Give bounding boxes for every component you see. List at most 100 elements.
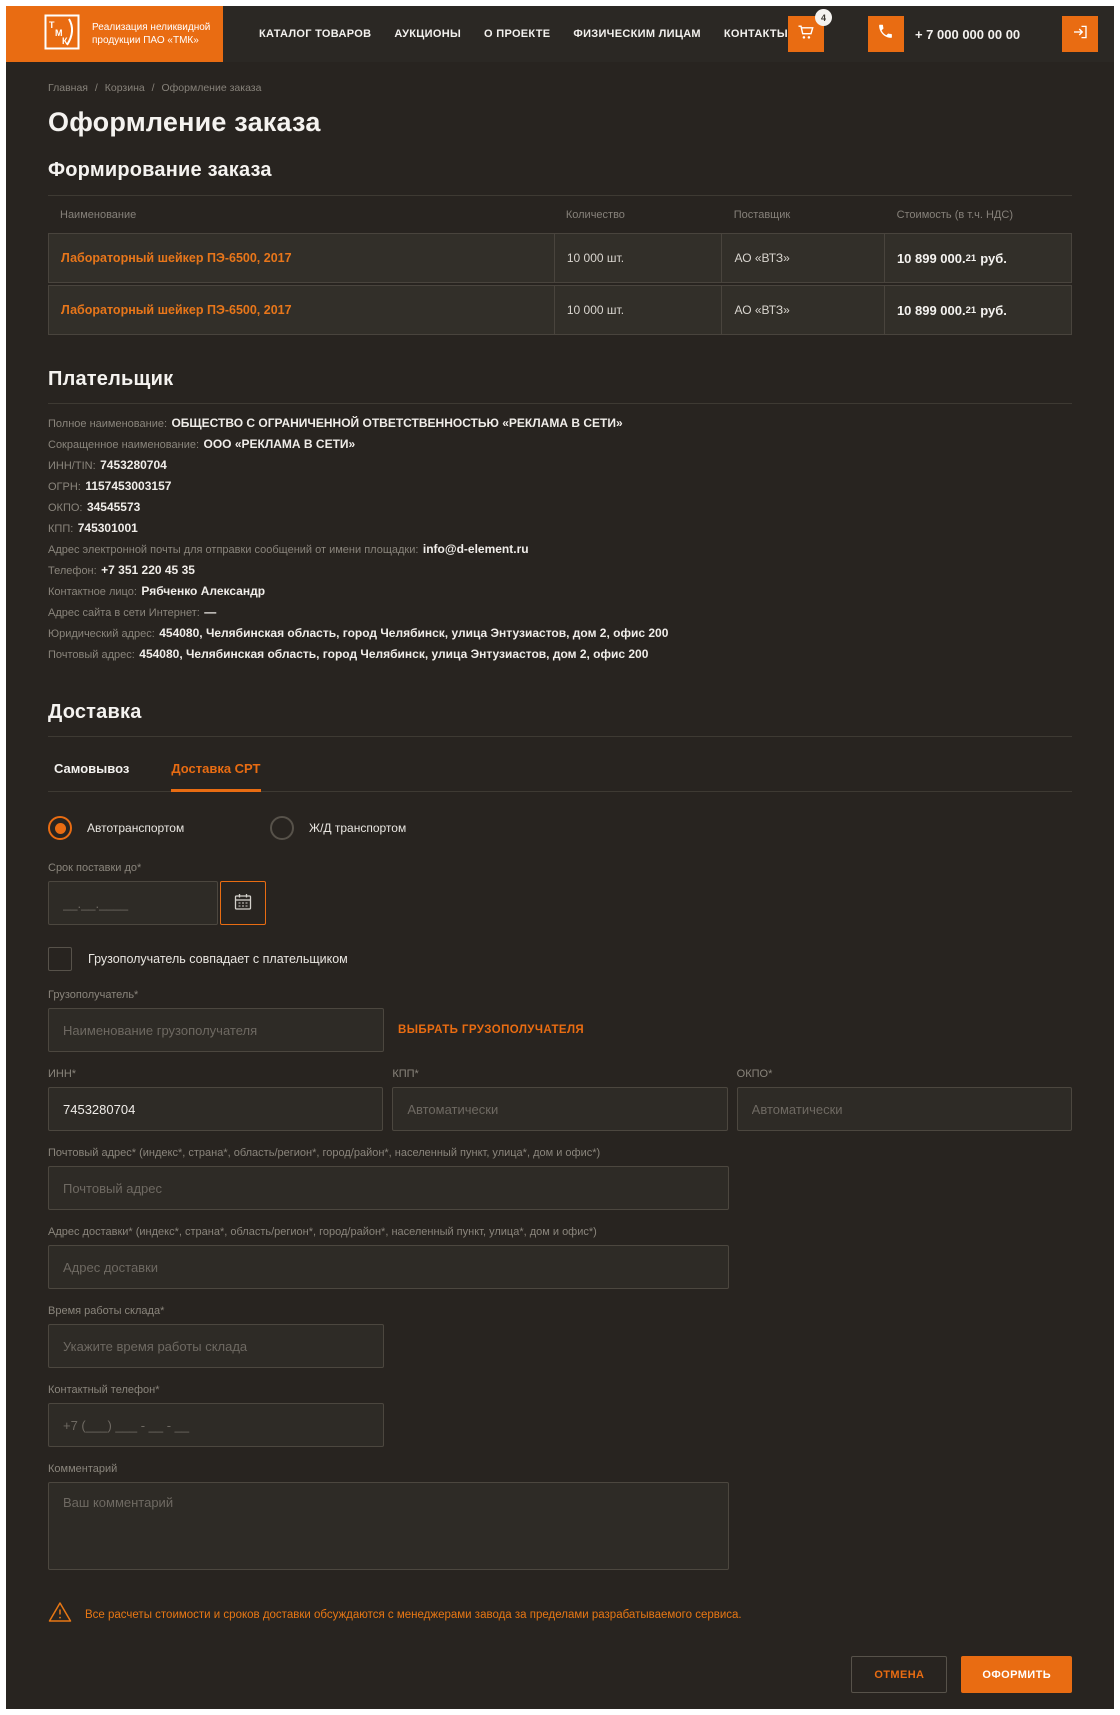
contact-phone-label: Контактный телефон*	[48, 1384, 1072, 1396]
table-row: Лабораторный шейкер ПЭ-6500, 2017 10 000…	[48, 285, 1072, 335]
cart-icon	[796, 22, 816, 47]
product-price: 10 899 000.21руб.	[884, 234, 1071, 282]
breadcrumb-separator: /	[95, 82, 98, 94]
payer-field: Контактное лицо: Рябченко Александр	[48, 581, 1072, 602]
delivery-address-label: Адрес доставки* (индекс*, страна*, облас…	[48, 1226, 1072, 1238]
comment-textarea[interactable]	[48, 1482, 729, 1570]
delivery-section-title: Доставка	[48, 701, 1072, 724]
payer-field: Сокращенное наименование: ООО «РЕКЛАМА В…	[48, 434, 1072, 455]
order-section-title: Формирование заказа	[48, 159, 1072, 182]
product-supplier: АО «ВТЗ»	[721, 286, 883, 334]
okpo-input[interactable]	[737, 1087, 1072, 1131]
payer-section-title: Плательщик	[48, 368, 1072, 391]
divider	[48, 403, 1072, 404]
postal-address-input[interactable]	[48, 1166, 729, 1210]
product-link[interactable]: Лабораторный шейкер ПЭ-6500, 2017	[49, 286, 554, 334]
product-price: 10 899 000.21руб.	[884, 286, 1071, 334]
cart-badge: 4	[815, 9, 832, 26]
payer-field: ОКПО: 34545573	[48, 497, 1072, 518]
main-nav: КАТАЛОГ ТОВАРОВ АУКЦИОНЫ О ПРОЕКТЕ ФИЗИЧ…	[259, 28, 788, 40]
kpp-group: КПП*	[392, 1068, 727, 1131]
delivery-address-input[interactable]	[48, 1245, 729, 1289]
nav-about[interactable]: О ПРОЕКТЕ	[484, 28, 550, 40]
kpp-label: КПП*	[392, 1068, 727, 1080]
col-price: Стоимость (в т.ч. НДС)	[885, 209, 1072, 221]
col-name: Наименование	[48, 209, 554, 221]
postal-address-group: Почтовый адрес* (индекс*, страна*, облас…	[48, 1147, 1072, 1210]
nav-contacts[interactable]: КОНТАКТЫ	[724, 28, 788, 40]
cancel-button[interactable]: ОТМЕНА	[851, 1656, 947, 1693]
kpp-input[interactable]	[392, 1087, 727, 1131]
inn-input[interactable]	[48, 1087, 383, 1131]
phone-icon	[877, 23, 894, 45]
select-consignee-button[interactable]: ВЫБРАТЬ ГРУЗОПОЛУЧАТЕЛЯ	[398, 1024, 584, 1036]
breadcrumb: Главная / Корзина / Оформление заказа	[48, 82, 1072, 94]
header-phone-number: + 7 000 000 00 00	[915, 27, 1020, 42]
form-actions: ОТМЕНА ОФОРМИТЬ	[48, 1656, 1072, 1693]
consignee-group: Грузополучатель* ВЫБРАТЬ ГРУЗОПОЛУЧАТЕЛЯ	[48, 989, 1072, 1052]
payer-field: ОГРН: 1157453003157	[48, 476, 1072, 497]
contact-phone-group: Контактный телефон*	[48, 1384, 1072, 1447]
submit-button[interactable]: ОФОРМИТЬ	[961, 1656, 1072, 1693]
calendar-icon	[233, 892, 253, 915]
radio-checked-icon	[48, 816, 72, 840]
logo[interactable]: Т М К Реализация неликвидной продукции П…	[6, 6, 223, 62]
nav-catalog[interactable]: КАТАЛОГ ТОВАРОВ	[259, 28, 371, 40]
product-link[interactable]: Лабораторный шейкер ПЭ-6500, 2017	[49, 234, 554, 282]
nav-auctions[interactable]: АУКЦИОНЫ	[394, 28, 461, 40]
tab-delivery-cpt[interactable]: Доставка СРТ	[171, 748, 260, 792]
deadline-label: Срок поставки до*	[48, 862, 1072, 874]
deadline-input[interactable]	[48, 881, 218, 925]
content: Главная / Корзина / Оформление заказа Оф…	[6, 62, 1114, 1709]
comment-label: Комментарий	[48, 1463, 1072, 1475]
okpo-group: ОКПО*	[737, 1068, 1072, 1131]
nav-individuals[interactable]: ФИЗИЧЕСКИМ ЛИЦАМ	[573, 28, 701, 40]
work-time-input[interactable]	[48, 1324, 384, 1368]
payer-field: Почтовый адрес: 454080, Челябинская обла…	[48, 644, 1072, 665]
calendar-button[interactable]	[220, 881, 266, 925]
logout-icon	[1071, 23, 1089, 46]
col-qty: Количество	[554, 209, 722, 221]
inn-label: ИНН*	[48, 1068, 383, 1080]
warning-text: Все расчеты стоимости и сроков доставки …	[85, 1609, 742, 1621]
payer-field: Адрес сайта в сети Интернет: —	[48, 602, 1072, 623]
tmk-logo-icon: Т М К	[44, 14, 80, 55]
tab-pickup[interactable]: Самовывоз	[54, 748, 129, 792]
table-row: Лабораторный шейкер ПЭ-6500, 2017 10 000…	[48, 233, 1072, 283]
consignee-input[interactable]	[48, 1008, 384, 1052]
payer-field: Адрес электронной почты для отправки соо…	[48, 539, 1072, 560]
page: Т М К Реализация неликвидной продукции П…	[6, 6, 1114, 1709]
inn-group: ИНН*	[48, 1068, 383, 1131]
order-table: Наименование Количество Поставщик Стоимо…	[48, 195, 1072, 335]
cart-button[interactable]: 4	[788, 16, 824, 52]
payer-field: Телефон: +7 351 220 45 35	[48, 560, 1072, 581]
radio-unchecked-icon	[270, 816, 294, 840]
breadcrumb-home[interactable]: Главная	[48, 82, 88, 94]
page-title: Оформление заказа	[48, 107, 1072, 138]
product-supplier: АО «ВТЗ»	[721, 234, 883, 282]
payer-field: Полное наименование: ОБЩЕСТВО С ОГРАНИЧЕ…	[48, 413, 1072, 434]
okpo-label: ОКПО*	[737, 1068, 1072, 1080]
col-supplier: Поставщик	[722, 209, 885, 221]
same-as-payer-checkbox[interactable]: Грузополучатель совпадает с плательщиком	[48, 947, 1072, 971]
phone-button[interactable]	[868, 16, 904, 52]
delivery-address-group: Адрес доставки* (индекс*, страна*, облас…	[48, 1226, 1072, 1289]
checkbox-label: Грузополучатель совпадает с плательщиком	[88, 952, 348, 966]
delivery-tabs: Самовывоз Доставка СРТ	[48, 747, 1072, 792]
breadcrumb-cart[interactable]: Корзина	[105, 82, 145, 94]
logout-button[interactable]	[1062, 16, 1098, 52]
order-table-header: Наименование Количество Поставщик Стоимо…	[48, 196, 1072, 233]
header-right: 4 + 7 000 000 00 00	[788, 16, 1114, 52]
postal-address-label: Почтовый адрес* (индекс*, страна*, облас…	[48, 1147, 1072, 1159]
product-qty: 10 000 шт.	[554, 234, 722, 282]
radio-auto-transport[interactable]: Автотранспортом	[48, 816, 208, 840]
payer-details: Полное наименование: ОБЩЕСТВО С ОГРАНИЧЕ…	[48, 413, 1072, 665]
payer-field: КПП: 745301001	[48, 518, 1072, 539]
svg-text:К: К	[62, 36, 68, 46]
radio-rail-transport[interactable]: Ж/Д транспортом	[270, 816, 430, 840]
contact-phone-input[interactable]	[48, 1403, 384, 1447]
work-time-group: Время работы склада*	[48, 1305, 1072, 1368]
breadcrumb-separator: /	[152, 82, 155, 94]
work-time-label: Время работы склада*	[48, 1305, 1072, 1317]
warning-icon	[48, 1601, 72, 1628]
